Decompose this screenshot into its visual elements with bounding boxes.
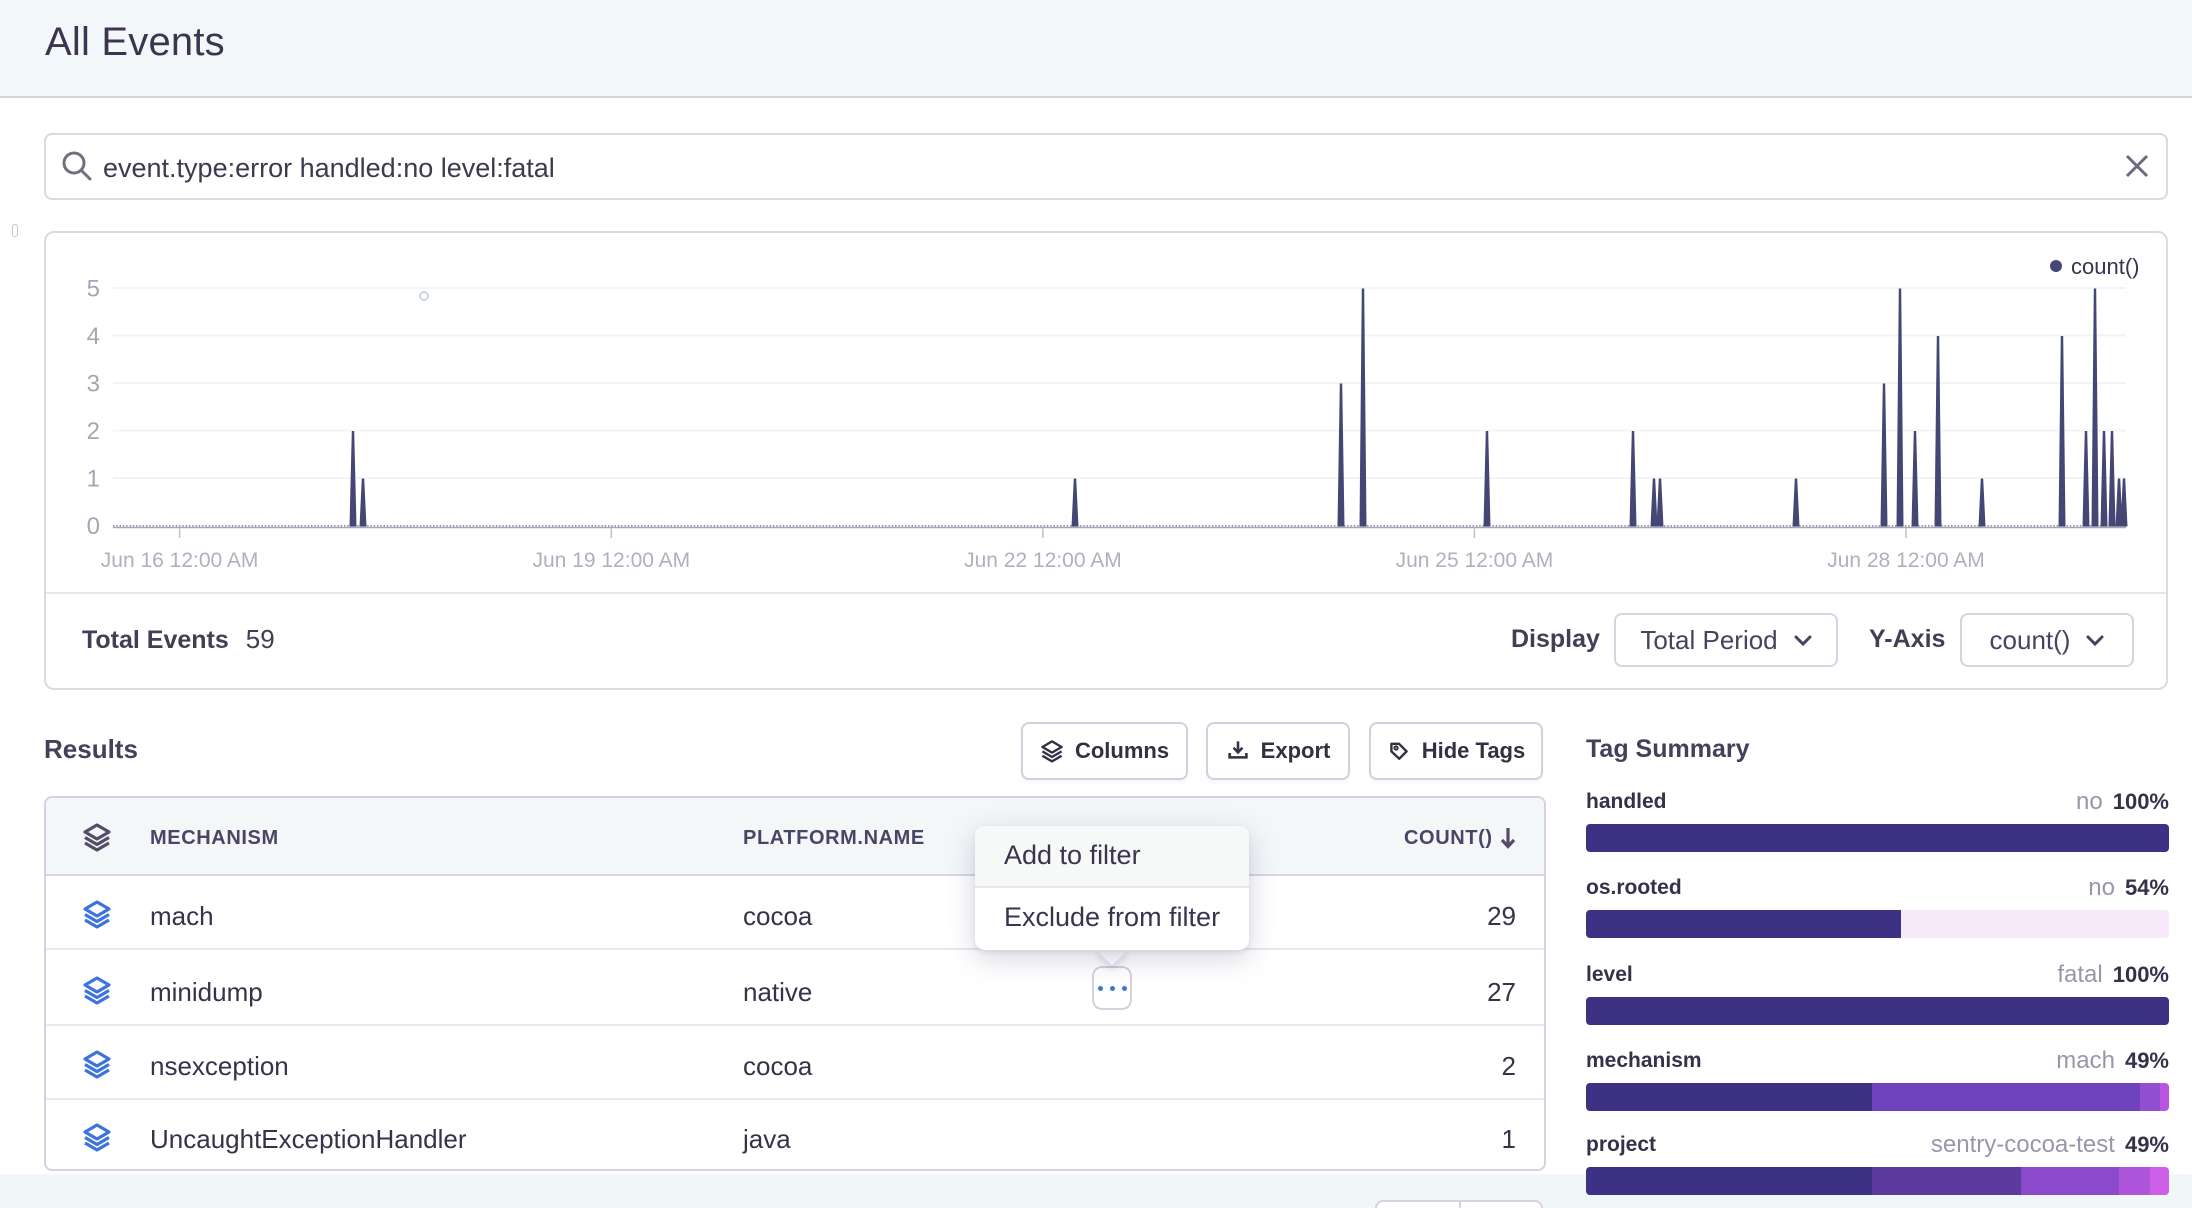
svg-text:2: 2 xyxy=(87,418,100,445)
svg-text:Jun 28 12:00 AM: Jun 28 12:00 AM xyxy=(1827,549,1985,572)
svg-text:Jun 25 12:00 AM: Jun 25 12:00 AM xyxy=(1396,549,1554,572)
svg-text:Jun 22 12:00 AM: Jun 22 12:00 AM xyxy=(964,549,1122,572)
svg-text:Jun 19 12:00 AM: Jun 19 12:00 AM xyxy=(532,549,690,572)
svg-text:4: 4 xyxy=(87,323,100,350)
svg-text:5: 5 xyxy=(87,276,100,303)
svg-text:1: 1 xyxy=(87,466,100,493)
svg-text:0: 0 xyxy=(87,513,100,540)
svg-text:Jun 16 12:00 AM: Jun 16 12:00 AM xyxy=(101,549,259,572)
svg-text:3: 3 xyxy=(87,371,100,398)
svg-text:count(): count() xyxy=(2071,254,2139,279)
